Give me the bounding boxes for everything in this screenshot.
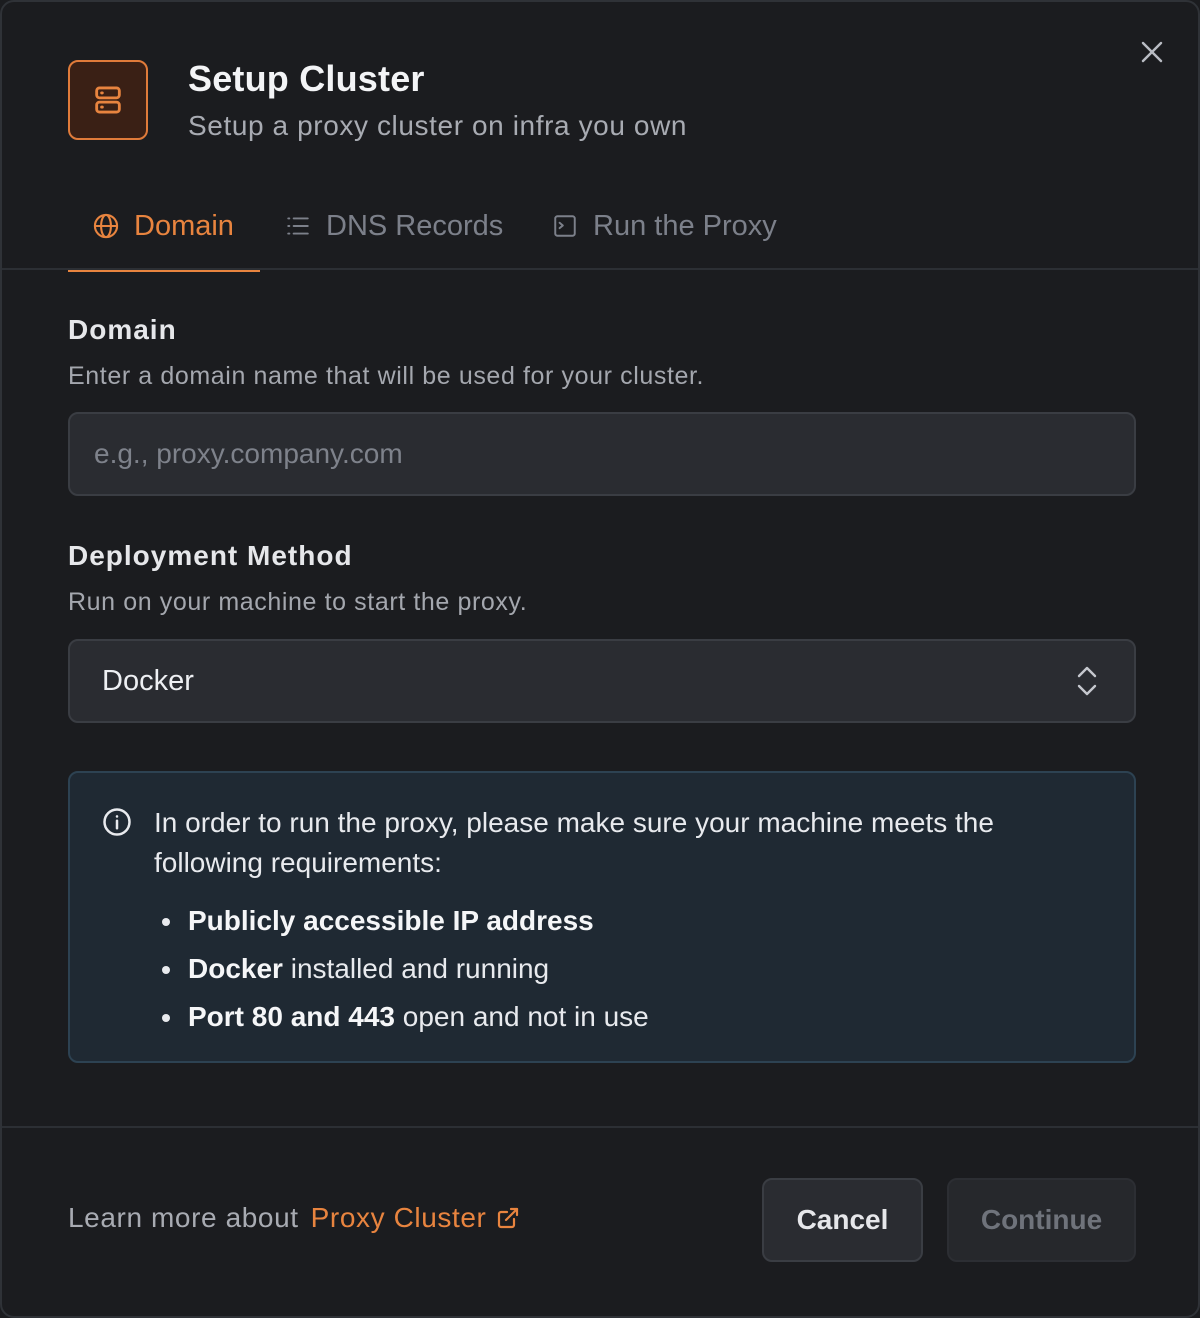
deployment-method-select[interactable]: Docker [68,639,1136,723]
info-intro-text: In order to run the proxy, please make s… [154,807,994,878]
tab-label: DNS Records [326,209,504,242]
tab-label: Run the Proxy [593,209,777,242]
domain-label: Domain [68,314,177,345]
tab-domain[interactable]: Domain [68,182,260,272]
server-stack-icon [68,60,148,140]
link-label: Proxy Cluster [310,1202,487,1233]
requirement-bold: Port 80 and 443 [188,1001,395,1032]
learn-more-prefix: Learn more about [68,1202,299,1233]
learn-more-text: Learn more about Proxy Cluster [68,1202,520,1234]
tab-label: Domain [134,209,234,242]
requirement-bold: Publicly accessible IP address [188,905,594,936]
requirements-list: Publicly accessible IP address Docker in… [162,897,649,1041]
requirements-info-box: In order to run the proxy, please make s… [68,771,1136,1063]
requirement-bold: Docker [188,953,283,984]
dialog-footer: Learn more about Proxy Cluster Cancel Co… [2,1126,1198,1316]
close-icon [1141,41,1163,63]
tab-run-the-proxy[interactable]: Run the Proxy [551,182,777,270]
list-item: Port 80 and 443 open and not in use [162,993,649,1041]
cancel-button[interactable]: Cancel [762,1178,923,1262]
globe-icon [92,212,120,240]
list-item: Publicly accessible IP address [162,897,649,945]
domain-help-text: Enter a domain name that will be used fo… [68,362,705,390]
tab-dns-records[interactable]: DNS Records [284,182,503,270]
tab-bar: Domain DNS Records Run the Proxy [2,182,1198,272]
requirement-rest: open and not in use [394,1001,649,1032]
terminal-icon [551,212,579,240]
dialog-subtitle: Setup a proxy cluster on infra you own [188,110,688,141]
setup-cluster-dialog: Setup Cluster Setup a proxy cluster on i… [0,0,1200,1318]
continue-button[interactable]: Continue [947,1178,1136,1262]
close-button[interactable] [1132,32,1172,72]
info-icon [103,808,131,836]
dialog-title: Setup Cluster [188,58,425,99]
deployment-method-label: Deployment Method [68,540,353,571]
select-value: Docker [102,664,194,697]
domain-input[interactable] [68,412,1136,496]
requirement-rest: installed and running [282,953,550,984]
chevron-up-down-icon [1077,666,1097,696]
external-link-icon [498,1207,519,1229]
proxy-cluster-link[interactable]: Proxy Cluster [311,1202,521,1234]
list-icon [284,212,312,240]
list-item: Docker installed and running [162,945,649,993]
deployment-method-help-text: Run on your machine to start the proxy. [68,588,528,616]
